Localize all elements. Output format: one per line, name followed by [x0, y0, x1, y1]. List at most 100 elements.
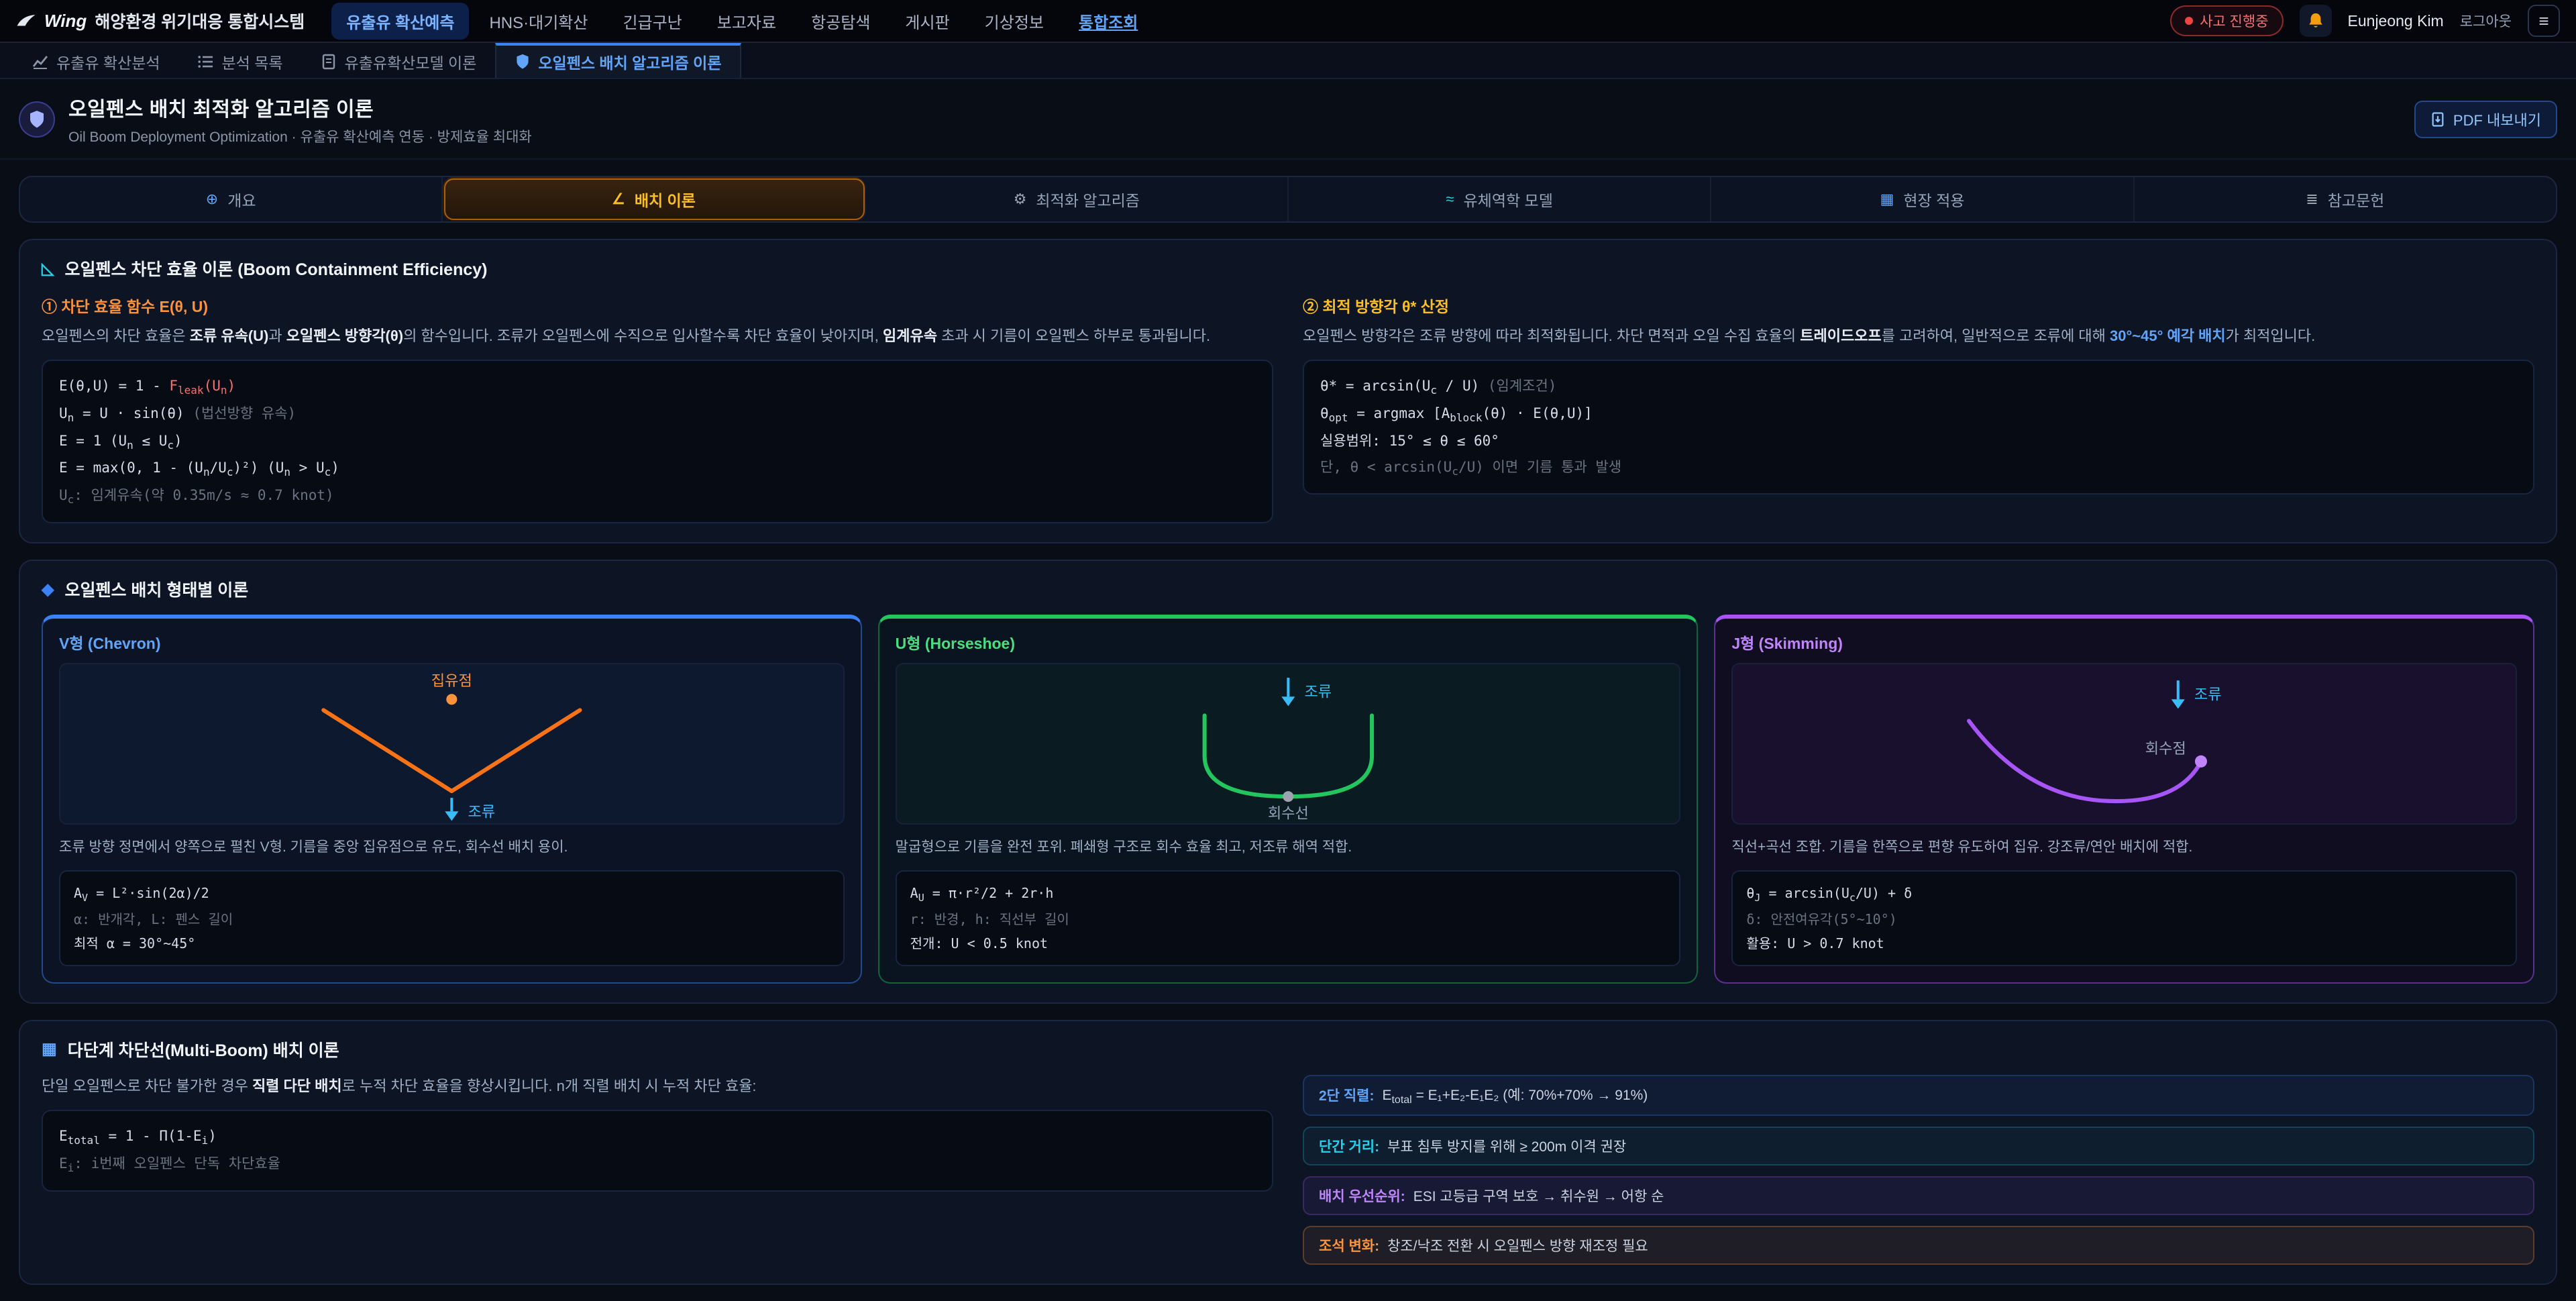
page-header: 오일펜스 배치 최적화 알고리즘 이론 Oil Boom Deployment … — [0, 79, 2576, 160]
formula-line: α: 반개각, L: 펜스 길이 — [74, 907, 830, 931]
formula-line: Un = U · sin(θ) (법선방향 유속) — [59, 401, 1256, 428]
diamond-icon: ◆ — [42, 580, 54, 599]
shield-icon — [515, 54, 530, 70]
guideline-tidal-change: 조석 변화: 창조/낙조 전환 시 오일펜스 방향 재조정 필요 — [1303, 1226, 2534, 1265]
incident-status-badge[interactable]: 사고 진행중 — [2170, 5, 2283, 36]
page-subtitle: Oil Boom Deployment Optimization · 유출유 확… — [68, 126, 532, 146]
multiboom-intro: 단일 오일펜스로 차단 불가한 경우 직렬 다단 배치로 누적 차단 효율을 향… — [42, 1075, 1273, 1098]
chart-icon — [32, 54, 48, 70]
tab-boom-algorithm-theory[interactable]: 오일펜스 배치 알고리즘 이론 — [495, 43, 741, 78]
section-tab-label: 현장 적용 — [1903, 188, 1964, 211]
formula-line: θ* = arcsin(Uc / U) (임계조건) — [1320, 373, 2517, 401]
optimal-angle-formulas: θ* = arcsin(Uc / U) (임계조건) θopt = argmax… — [1303, 360, 2534, 495]
hamburger-menu-button[interactable]: ≡ — [2528, 5, 2560, 37]
guideline-stage-spacing: 단간 거리: 부표 침투 방지를 위해 ≥ 200m 이격 권장 — [1303, 1127, 2534, 1165]
guideline-text: ESI 고등급 구역 보호 → 취수원 → 어항 순 — [1413, 1186, 1664, 1206]
horseshoe-diagram: 조류 회수선 — [896, 663, 1681, 825]
app-root: Wing 해양환경 위기대응 통합시스템 유출유 확산예측 HNS·대기확산 긴… — [0, 0, 2576, 1285]
section-tab-field-application[interactable]: ▦ 현장 적용 — [1711, 177, 2134, 221]
efficiency-function-heading: ① 차단 효율 함수 E(θ, U) — [42, 294, 1273, 317]
formula-line: Etotal = 1 - Π(1-Ei) — [59, 1123, 1256, 1151]
tab-label: 유출유확산모델 이론 — [345, 50, 477, 73]
nav-item-oil-spill-prediction[interactable]: 유출유 확산예측 — [331, 3, 469, 40]
formula-line: θopt = argmax [Ablock(θ) · E(θ,U)] — [1320, 401, 2517, 428]
section-tab-overview[interactable]: ⊕ 개요 — [20, 177, 443, 221]
horseshoe-description: 말굽형으로 기름을 완전 포위. 폐쇄형 구조로 회수 효율 최고, 저조류 해… — [879, 825, 1697, 870]
tab-spill-analysis[interactable]: 유출유 확산분석 — [13, 43, 179, 78]
section-tab-references[interactable]: ≣ 참고문헌 — [2135, 177, 2556, 221]
wing-logo-icon — [16, 13, 36, 28]
pdf-export-button[interactable]: PDF 내보내기 — [2414, 101, 2557, 138]
nav-item-reports[interactable]: 보고자료 — [702, 3, 791, 40]
gear-icon: ⚙ — [1014, 191, 1027, 208]
guideline-label: 배치 우선순위: — [1319, 1186, 1405, 1206]
books-icon: ≣ — [2306, 191, 2318, 208]
nav-item-aerial-search[interactable]: 항공탐색 — [796, 3, 885, 40]
formula-line: AU = π·r²/2 + 2r·h — [910, 881, 1666, 907]
formula-line: 활용: U > 0.7 knot — [1746, 931, 2502, 955]
section-tab-label: 최적화 알고리즘 — [1036, 188, 1140, 211]
section-tab-hydrodynamic-model[interactable]: ≈ 유체역학 모델 — [1289, 177, 1711, 221]
recovery-line-dot — [1283, 791, 1293, 802]
section-tab-label: 개요 — [227, 188, 256, 211]
nav-item-hns-dispersion[interactable]: HNS·대기확산 — [474, 3, 602, 40]
nav-item-weather[interactable]: 기상정보 — [970, 3, 1059, 40]
logo-text: Wing — [44, 11, 87, 32]
skimming-diagram: 조류 회수점 — [1731, 663, 2517, 825]
nav-item-emergency-rescue[interactable]: 긴급구난 — [608, 3, 696, 40]
recovery-line-label: 회수선 — [1267, 804, 1308, 821]
logo[interactable]: Wing 해양환경 위기대응 통합시스템 — [16, 9, 305, 33]
system-title: 해양환경 위기대응 통합시스템 — [95, 9, 305, 33]
optimal-angle-heading: ② 최적 방향각 θ* 산정 — [1303, 294, 2534, 317]
panel-title: ▦ 다단계 차단선(Multi-Boom) 배치 이론 — [42, 1037, 2534, 1061]
optimal-angle-body: 오일펜스 방향각은 조류 방향에 따라 최적화됩니다. 차단 면적과 오일 수집… — [1303, 325, 2534, 348]
collection-point-dot — [446, 694, 457, 705]
page-title: 오일펜스 배치 최적화 알고리즘 이론 — [68, 93, 532, 122]
nav-item-integrated-search[interactable]: 통합조회 — [1064, 3, 1152, 40]
efficiency-function-column: ① 차단 효율 함수 E(θ, U) 오일펜스의 차단 효율은 조류 유속(U)… — [42, 294, 1273, 523]
chevron-formula: AV = L²·sin(2α)/2 α: 반개각, L: 펜스 길이 최적 α … — [59, 870, 845, 966]
tab-analysis-list[interactable]: 분석 목록 — [179, 43, 302, 78]
efficiency-function-formulas: E(θ,U) = 1 - Fleak(Un) Un = U · sin(θ) (… — [42, 360, 1273, 523]
formula-line: Ei: i번째 오일펜스 단독 차단효율 — [59, 1151, 1256, 1178]
current-label: 조류 — [468, 803, 495, 820]
formula-line: 실용범위: 15° ≤ θ ≤ 60° — [1320, 428, 2517, 454]
guideline-label: 조석 변화: — [1319, 1235, 1379, 1255]
current-label: 조류 — [1304, 683, 1332, 700]
efficiency-function-body: 오일펜스의 차단 효율은 조류 유속(U)과 오일펜스 방향각(θ)의 함수입니… — [42, 325, 1273, 348]
chevron-card-title: V형 (Chevron) — [43, 619, 861, 663]
section-tab-optimization-algorithm[interactable]: ⚙ 최적화 알고리즘 — [866, 177, 1289, 221]
skimming-description: 직선+곡선 조합. 기름을 한쪽으로 편향 유도하여 집유. 강조류/연안 배치… — [1715, 825, 2533, 870]
current-arrow-icon — [445, 811, 458, 821]
panel-title-text: 오일펜스 차단 효율 이론 (Boom Containment Efficien… — [64, 256, 487, 280]
notification-bell-button[interactable] — [2300, 5, 2332, 37]
guideline-label: 단간 거리: — [1319, 1136, 1379, 1156]
formula-line: r: 반경, h: 직선부 길이 — [910, 907, 1666, 931]
recovery-point-label: 회수점 — [2145, 740, 2186, 757]
nav-item-board[interactable]: 게시판 — [890, 3, 964, 40]
layers-grid-icon: ▦ — [42, 1039, 57, 1059]
tab-dispersion-model-theory[interactable]: 유출유확산모델 이론 — [302, 43, 496, 78]
section-tabs: ⊕ 개요 ∠ 배치 이론 ⚙ 최적화 알고리즘 ≈ 유체역학 모델 ▦ 현장 적… — [19, 176, 2557, 223]
incident-dot-icon — [2185, 17, 2193, 25]
header-text: 오일펜스 배치 최적화 알고리즘 이론 Oil Boom Deployment … — [68, 93, 532, 146]
multiboom-panel: ▦ 다단계 차단선(Multi-Boom) 배치 이론 단일 오일펜스로 차단 … — [19, 1020, 2557, 1285]
formula-line: E = max(0, 1 - (Un/Uc)²) (Un > Uc) — [59, 455, 1256, 482]
bell-icon — [2307, 12, 2324, 30]
skimming-boom-card: J형 (Skimming) 조류 회수점 직선+곡선 조합. 기름을 한쪽으로 … — [1714, 615, 2534, 984]
horseshoe-card-title: U형 (Horseshoe) — [879, 619, 1697, 663]
guideline-text: Etotal = E₁+E₂-E₁E₂ (예: 70%+70% → 91%) — [1382, 1084, 1648, 1106]
section-tab-deployment-theory[interactable]: ∠ 배치 이론 — [443, 177, 865, 221]
building-icon: ▦ — [1880, 191, 1894, 208]
triangle-ruler-icon: ◺ — [42, 259, 54, 278]
section-tab-label: 유체역학 모델 — [1464, 188, 1553, 211]
formula-line: 최적 α = 30°~45° — [74, 931, 830, 955]
sub-tab-bar: 유출유 확산분석 분석 목록 유출유확산모델 이론 오일펜스 배치 알고리즘 이… — [0, 43, 2576, 79]
formula-line: 단, θ < arcsin(Uc/U) 이면 기름 통과 발생 — [1320, 454, 2517, 482]
document-icon — [321, 54, 337, 70]
user-name: Eunjeong Kim — [2348, 12, 2444, 30]
collection-point-label: 집유점 — [431, 672, 472, 689]
angle-icon: ∠ — [612, 191, 625, 208]
top-bar: Wing 해양환경 위기대응 통합시스템 유출유 확산예측 HNS·대기확산 긴… — [0, 0, 2576, 43]
logout-button[interactable]: 로그아웃 — [2460, 11, 2512, 31]
